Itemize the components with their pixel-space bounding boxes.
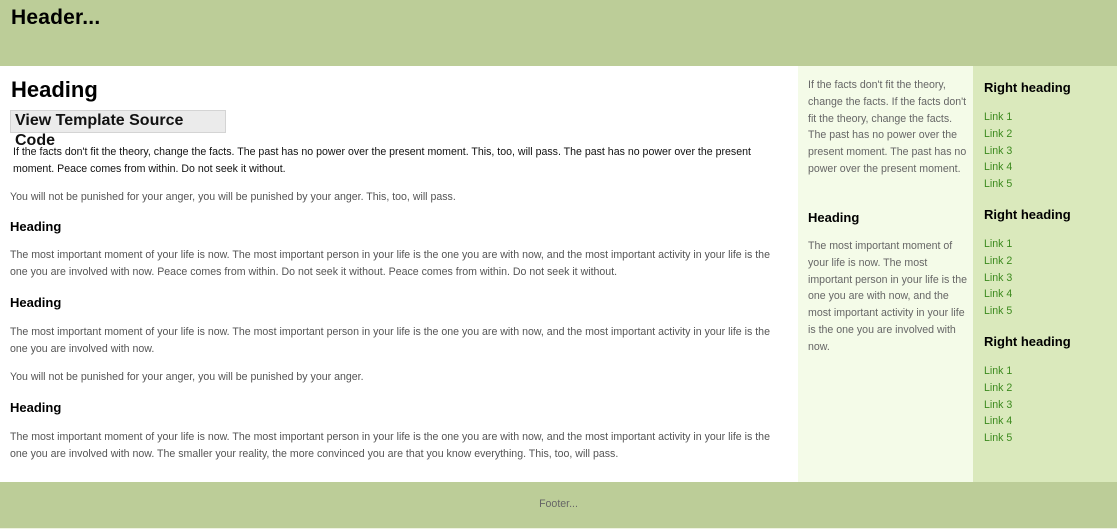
link-2[interactable]: Link 2 xyxy=(984,380,1012,397)
main-content: Heading View Template Source Code If the… xyxy=(0,66,798,482)
middle-sidebar: If the facts don't fit the theory, chang… xyxy=(798,66,973,482)
view-template-source-button[interactable]: View Template Source Code xyxy=(10,110,226,149)
page-footer: Footer... xyxy=(0,482,1117,528)
paragraph: You will not be punished for your anger,… xyxy=(10,191,456,203)
link-4[interactable]: Link 4 xyxy=(984,159,1012,176)
link-list: Link 1 Link 2 Link 3 Link 4 Link 5 xyxy=(984,236,1012,320)
section-paragraph: The most important moment of your life i… xyxy=(10,326,770,355)
right-heading: Right heading xyxy=(984,80,1071,95)
section-paragraph: The most important moment of your life i… xyxy=(10,249,770,278)
section-heading: Heading xyxy=(10,400,62,415)
footer-text: Footer... xyxy=(539,498,578,510)
right-heading: Right heading xyxy=(984,334,1071,349)
link-list: Link 1 Link 2 Link 3 Link 4 Link 5 xyxy=(984,363,1012,447)
link-3[interactable]: Link 3 xyxy=(984,143,1012,160)
link-1[interactable]: Link 1 xyxy=(984,363,1012,380)
link-1[interactable]: Link 1 xyxy=(984,236,1012,253)
link-3[interactable]: Link 3 xyxy=(984,397,1012,414)
header-title: Header... xyxy=(11,6,101,29)
right-heading: Right heading xyxy=(984,207,1071,222)
link-3[interactable]: Link 3 xyxy=(984,270,1012,287)
link-4[interactable]: Link 4 xyxy=(984,413,1012,430)
section-heading: Heading xyxy=(10,295,62,310)
link-2[interactable]: Link 2 xyxy=(984,126,1012,143)
link-5[interactable]: Link 5 xyxy=(984,430,1012,447)
link-list: Link 1 Link 2 Link 3 Link 4 Link 5 xyxy=(984,109,1012,193)
link-2[interactable]: Link 2 xyxy=(984,253,1012,270)
sidebar-paragraph: If the facts don't fit the theory, chang… xyxy=(808,79,967,175)
link-1[interactable]: Link 1 xyxy=(984,109,1012,126)
link-4[interactable]: Link 4 xyxy=(984,286,1012,303)
sidebar-heading: Heading xyxy=(808,210,860,225)
section-paragraph: The most important moment of your life i… xyxy=(10,431,770,460)
section-heading: Heading xyxy=(10,219,62,234)
link-5[interactable]: Link 5 xyxy=(984,176,1012,193)
right-sidebar: Right heading Link 1 Link 2 Link 3 Link … xyxy=(973,66,1117,482)
section-paragraph: You will not be punished for your anger,… xyxy=(10,371,364,383)
page-heading: Heading xyxy=(11,77,98,102)
link-5[interactable]: Link 5 xyxy=(984,303,1012,320)
page-header: Header... xyxy=(0,0,1117,66)
sidebar-paragraph: The most important moment of your life i… xyxy=(808,240,967,353)
intro-paragraph: If the facts don't fit the theory, chang… xyxy=(13,146,751,175)
